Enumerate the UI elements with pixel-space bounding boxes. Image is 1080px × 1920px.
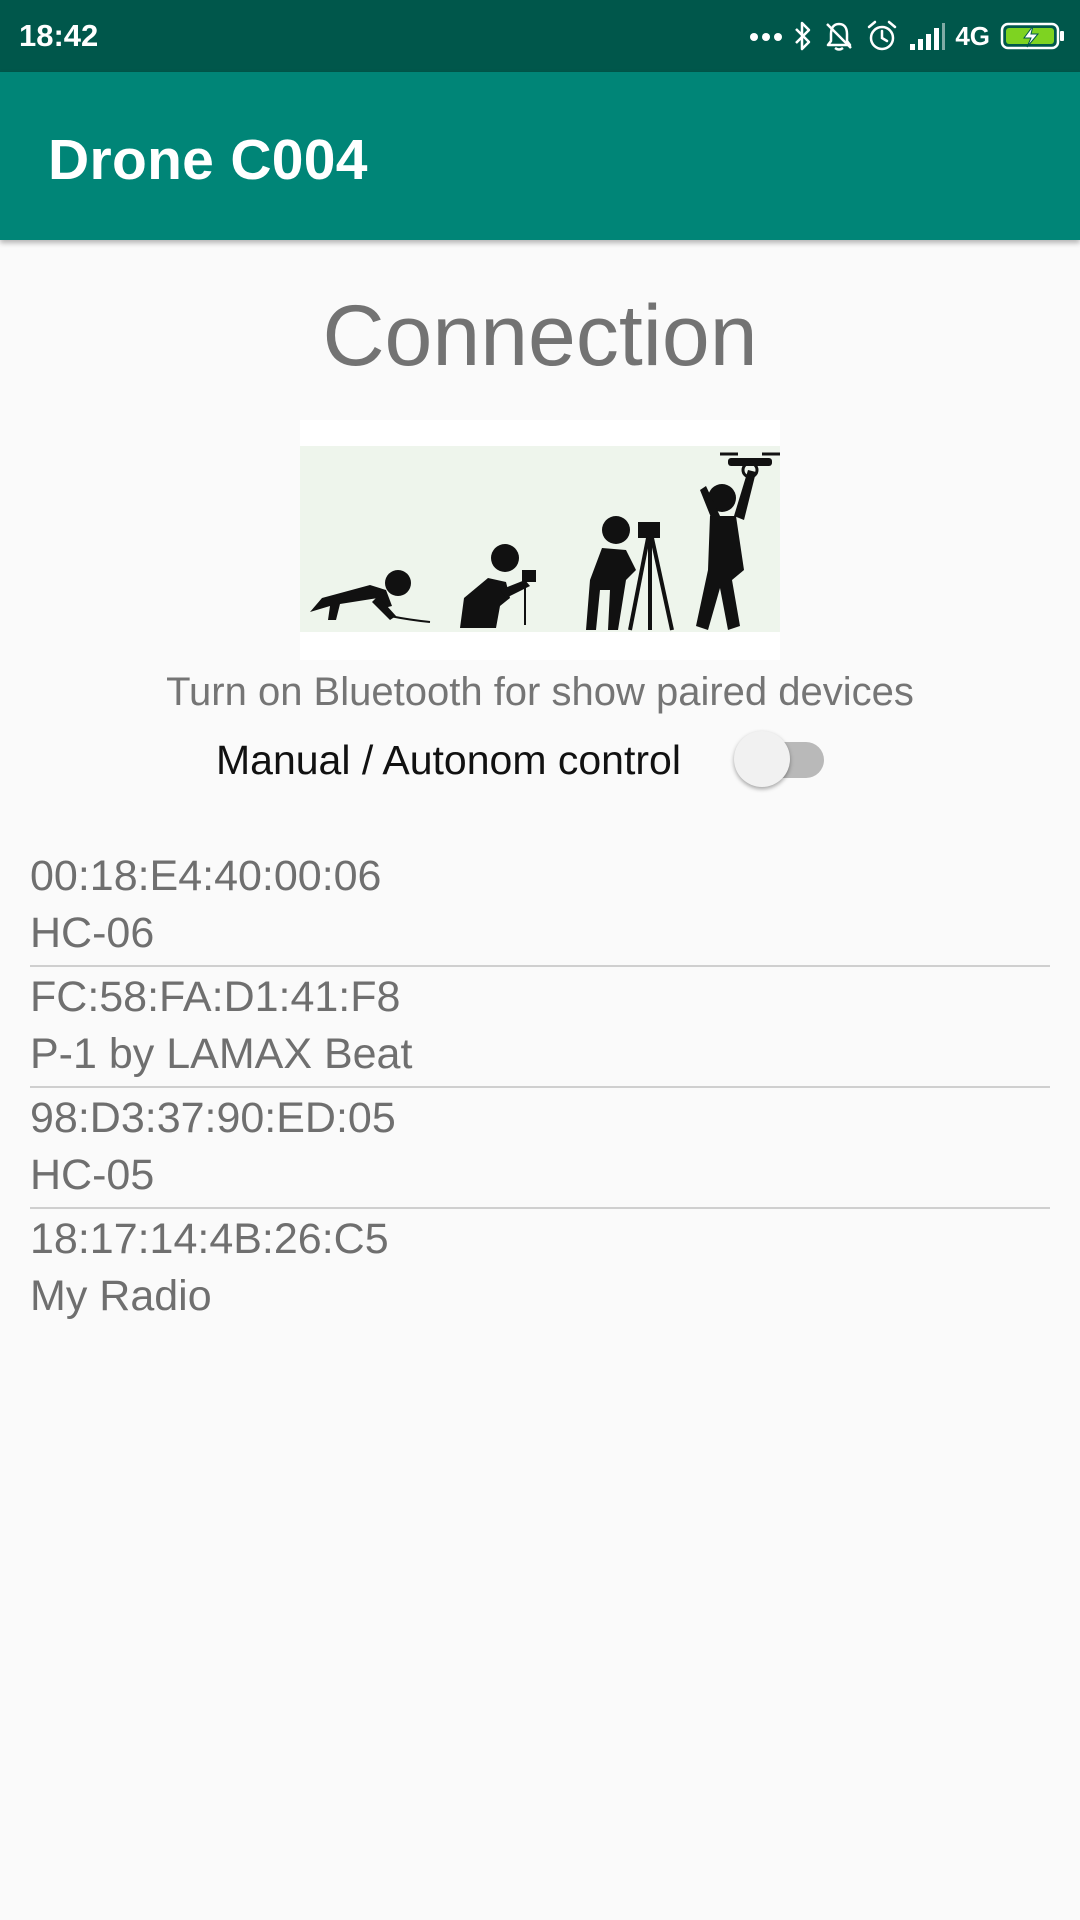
device-address: 98:D3:37:90:ED:05 xyxy=(30,1094,396,1142)
control-mode-switch[interactable] xyxy=(734,731,826,787)
drone-evolution-image xyxy=(300,420,780,660)
alarm-icon xyxy=(865,19,899,53)
bluetooth-hint: Turn on Bluetooth for show paired device… xyxy=(166,670,914,714)
page-heading: Connection xyxy=(322,288,758,384)
device-item[interactable]: FC:58:FA:D1:41:F8 P-1 by LAMAX Beat xyxy=(30,967,1050,1088)
control-switch-label: Manual / Autonom control xyxy=(216,737,681,783)
bluetooth-icon xyxy=(793,20,813,52)
status-bar: 18:42 4G xyxy=(0,0,1080,72)
network-type: 4G xyxy=(955,21,990,51)
device-name: My Radio xyxy=(30,1272,212,1320)
switch-thumb xyxy=(734,731,790,787)
more-dots-icon xyxy=(749,30,783,42)
device-item[interactable]: 98:D3:37:90:ED:05 HC-05 xyxy=(30,1088,1050,1209)
app-bar: Drone C004 xyxy=(0,72,1080,240)
notifications-off-icon xyxy=(823,20,855,52)
app-title: Drone C004 xyxy=(48,128,368,192)
device-item[interactable]: 00:18:E4:40:00:06 HC-06 xyxy=(30,846,1050,967)
device-name: HC-06 xyxy=(30,909,155,957)
device-name: HC-05 xyxy=(30,1151,155,1199)
device-address: 00:18:E4:40:00:06 xyxy=(30,852,382,900)
device-item[interactable]: 18:17:14:4B:26:C5 My Radio xyxy=(30,1209,1050,1328)
control-switch-row: Manual / Autonom control xyxy=(216,731,856,787)
status-time: 18:42 xyxy=(19,18,99,53)
device-name: P-1 by LAMAX Beat xyxy=(30,1030,413,1078)
device-address: 18:17:14:4B:26:C5 xyxy=(30,1215,389,1263)
status-icons: 4G xyxy=(749,16,1066,56)
signal-icon xyxy=(909,22,946,50)
paired-device-list: 00:18:E4:40:00:06 HC-06 FC:58:FA:D1:41:F… xyxy=(30,846,1050,1328)
battery-charging-icon xyxy=(1000,21,1066,51)
device-address: FC:58:FA:D1:41:F8 xyxy=(30,973,401,1021)
